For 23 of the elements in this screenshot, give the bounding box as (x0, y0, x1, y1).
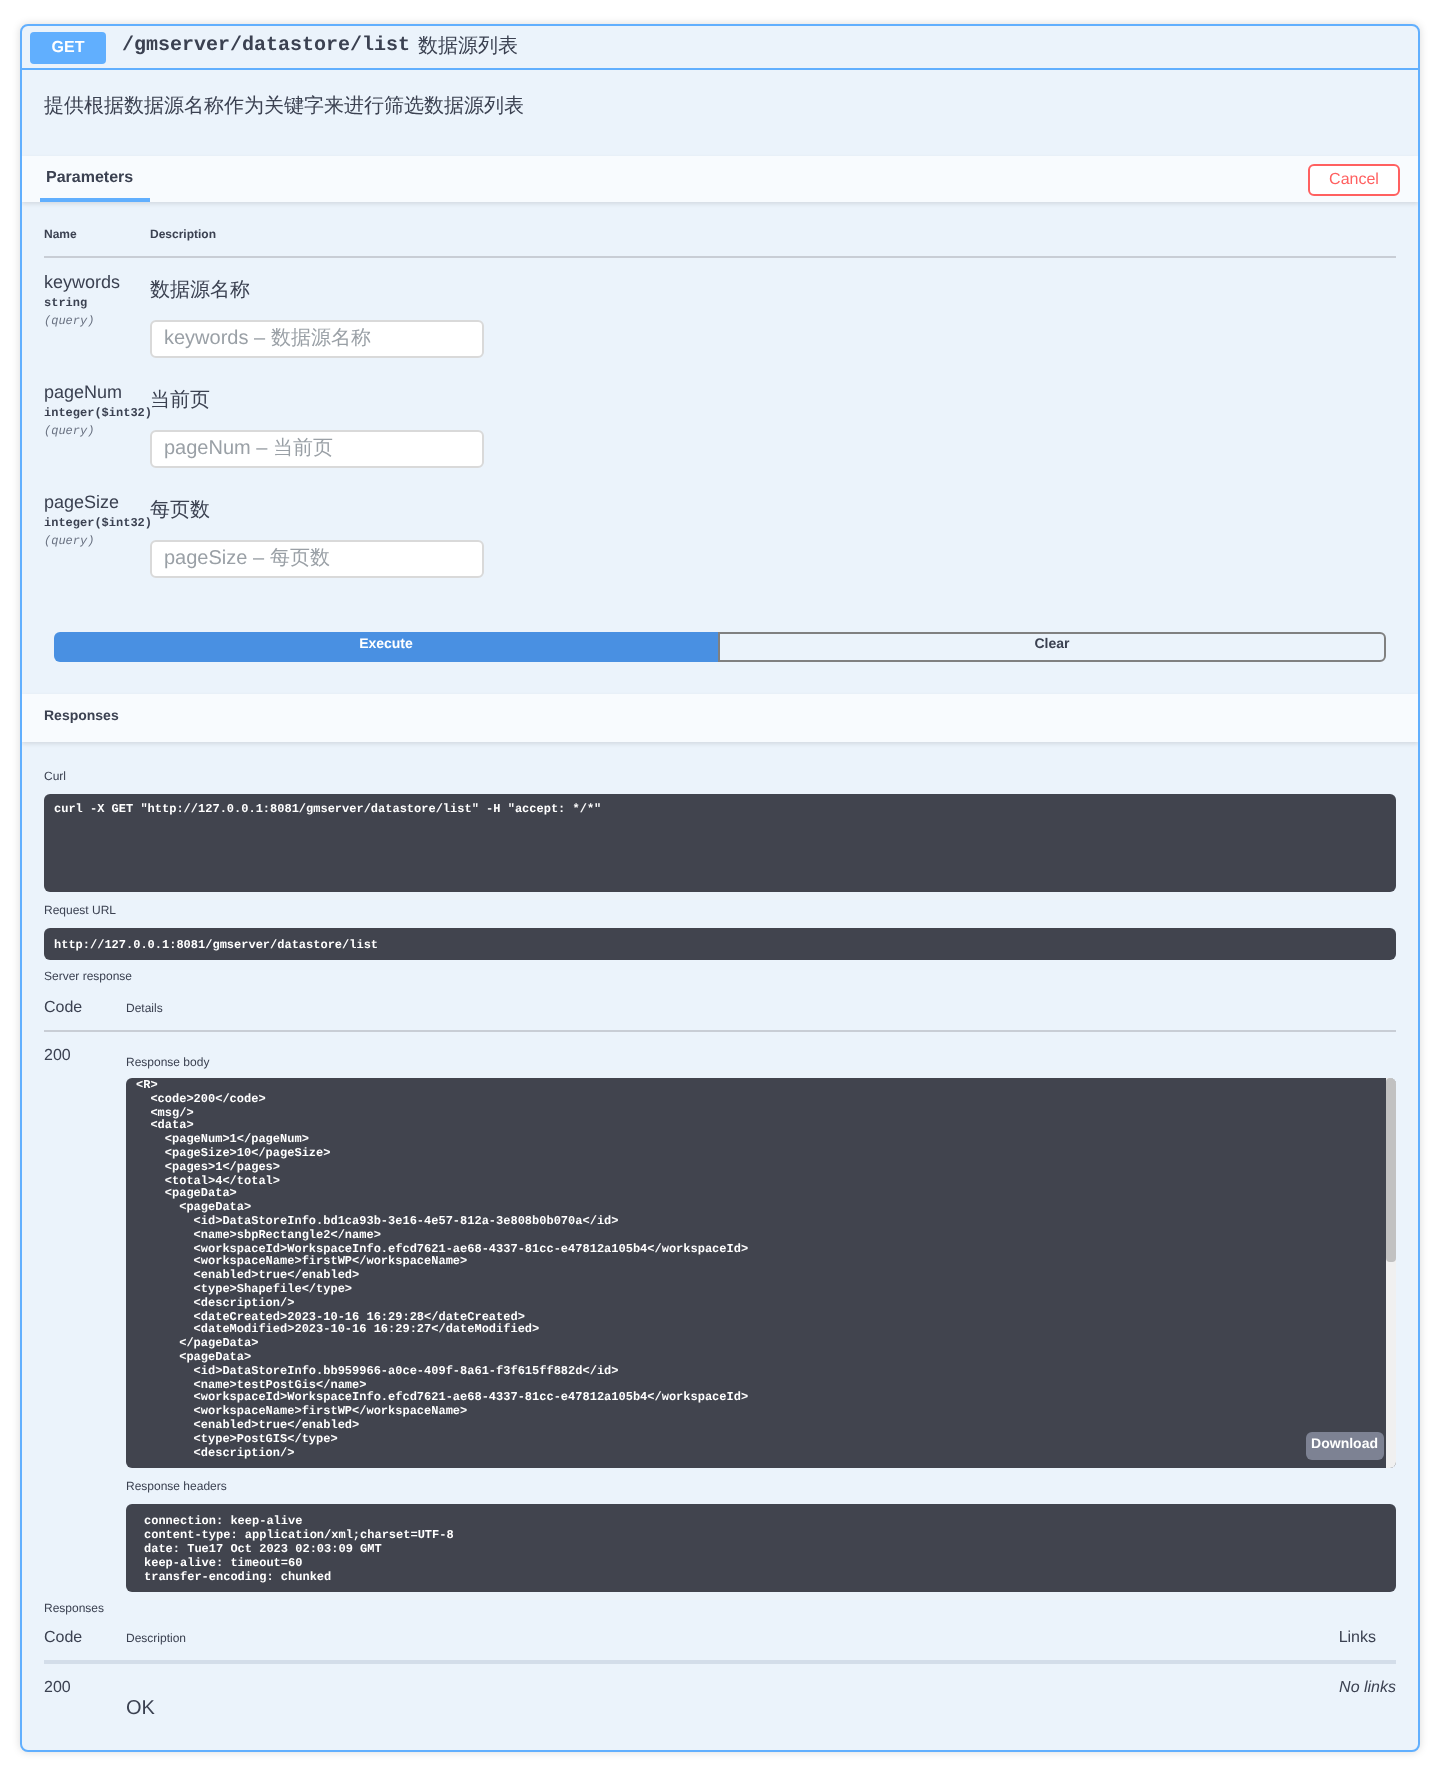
column-header: Code (44, 996, 85, 1020)
parameter-name: pageNum (44, 382, 125, 404)
parameter-description: 数据源名称 (150, 278, 252, 304)
parameters-tab[interactable]: Parameters (40, 156, 150, 202)
response-links: No links (1339, 1676, 1396, 1700)
response-code: 200 (44, 1676, 73, 1700)
parameter-description: 当前页 (150, 388, 212, 414)
column-header: Code (44, 1626, 85, 1650)
operation-description: 提供根据数据源名称作为关键字来进行筛选数据源列表 (42, 93, 526, 122)
column-header: Links (1338, 1626, 1378, 1650)
parameter-name: keywords (44, 272, 123, 294)
parameter-description: 每页数 (150, 498, 212, 524)
response-code: 200 (44, 1044, 73, 1068)
input-field[interactable]: keywords – 数据源名称 (150, 320, 484, 358)
scrollbar[interactable] (1386, 1078, 1396, 1468)
input-field[interactable]: pageNum – 当前页 (150, 430, 484, 468)
response-description: OK (126, 1696, 157, 1724)
input-field[interactable]: pageSize – 每页数 (150, 540, 484, 578)
endpoint-summary: 数据源列表 (418, 33, 519, 62)
parameter-name: pageSize (44, 492, 122, 514)
operation-header[interactable]: GET /gmserver/datastore/list 数据源列表 (22, 26, 1418, 70)
method-badge: GET (30, 31, 106, 63)
endpoint-path: /gmserver/datastore/list (122, 33, 411, 62)
